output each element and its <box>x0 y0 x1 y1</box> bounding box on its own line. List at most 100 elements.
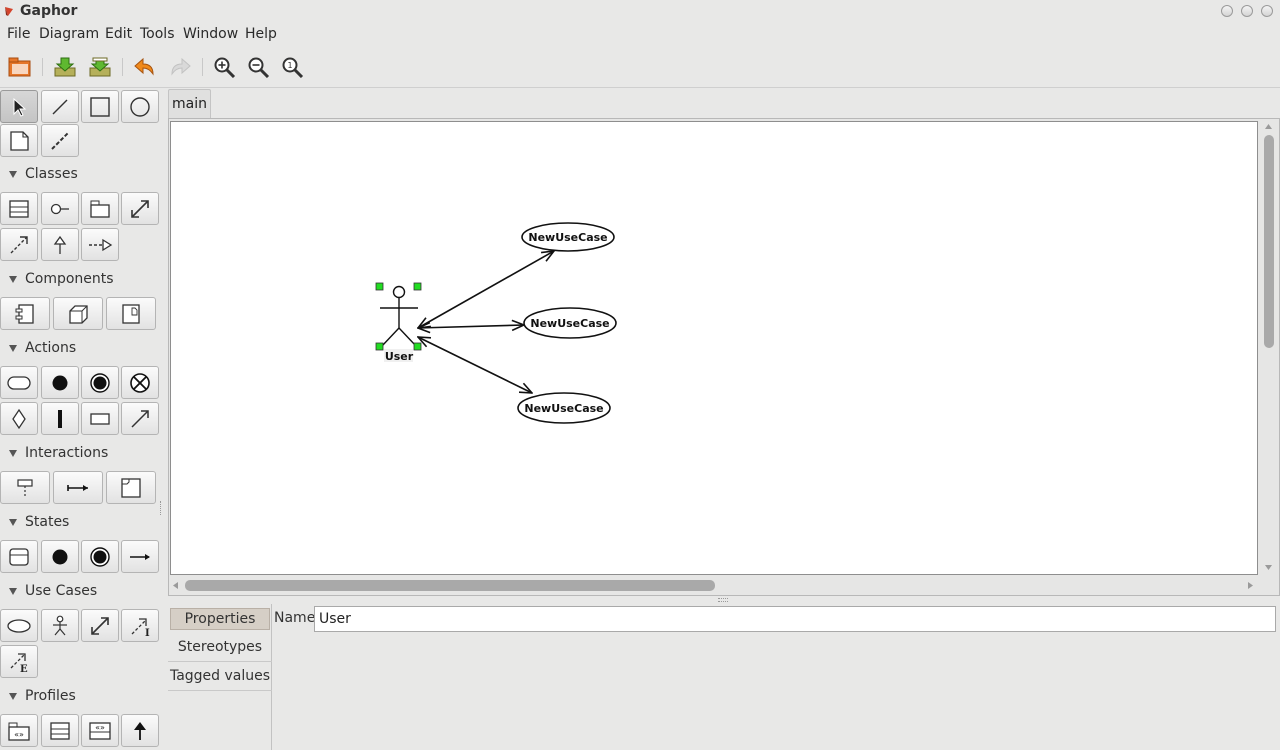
section-actions[interactable]: Actions <box>0 338 76 358</box>
maximize-button[interactable] <box>1241 5 1253 17</box>
ellipse-tool[interactable] <box>121 90 159 123</box>
state-tool[interactable] <box>0 540 38 573</box>
diagram-svg: NewUseCase NewUseCase NewUseCase User <box>375 222 617 424</box>
svg-text:I: I <box>145 628 150 637</box>
activity-final-tool[interactable] <box>81 366 119 399</box>
component-tool[interactable] <box>0 297 50 330</box>
section-interactions[interactable]: Interactions <box>0 443 108 463</box>
tab-properties[interactable]: Properties <box>170 608 270 630</box>
pointer-tool[interactable] <box>0 90 38 123</box>
transition-tool[interactable] <box>121 540 159 573</box>
zoom-out-icon[interactable] <box>244 52 274 82</box>
flow-final-tool[interactable] <box>121 366 159 399</box>
toolbar: 1 <box>0 48 1280 88</box>
menu-bar: File Diagram Edit Tools Window Help <box>0 24 1280 46</box>
name-label: Name <box>274 610 316 626</box>
initial-pseudostate-tool[interactable] <box>41 540 79 573</box>
section-classes[interactable]: Classes <box>0 164 78 184</box>
zoom-reset-icon[interactable]: 1 <box>278 52 308 82</box>
redo-icon <box>165 52 195 82</box>
use-case-label: NewUseCase <box>524 402 603 415</box>
use-case-tool[interactable] <box>0 609 38 642</box>
selection-handle[interactable] <box>413 342 422 351</box>
package-tool[interactable] <box>81 192 119 225</box>
menu-tools[interactable]: Tools <box>140 26 175 42</box>
association-line[interactable] <box>418 325 524 328</box>
interaction-tool[interactable] <box>106 471 156 504</box>
svg-text:E: E <box>20 664 28 673</box>
section-profiles[interactable]: Profiles <box>0 686 76 706</box>
menu-edit[interactable]: Edit <box>105 26 132 42</box>
association-line[interactable] <box>418 337 532 393</box>
class-tool[interactable] <box>0 192 38 225</box>
pane-resize-grip[interactable] <box>718 598 728 602</box>
node-tool[interactable] <box>53 297 103 330</box>
final-state-tool[interactable] <box>81 540 119 573</box>
use-case-node[interactable]: NewUseCase <box>523 307 617 339</box>
selection-handle[interactable] <box>375 342 384 351</box>
implementation-tool[interactable] <box>81 228 119 261</box>
metaclass-tool[interactable] <box>41 714 79 747</box>
actor-node[interactable]: User <box>375 282 422 363</box>
close-button[interactable] <box>1261 5 1273 17</box>
vertical-scroll-thumb[interactable] <box>1264 135 1274 348</box>
name-field[interactable] <box>314 606 1276 632</box>
actor-label: User <box>385 350 414 363</box>
action-tool[interactable] <box>0 366 38 399</box>
use-case-label: NewUseCase <box>528 231 607 244</box>
message-tool[interactable] <box>53 471 103 504</box>
tab-main[interactable]: main <box>168 89 211 118</box>
actor-tool[interactable] <box>41 609 79 642</box>
svg-text:«»: «» <box>95 723 105 732</box>
undo-icon[interactable] <box>130 52 160 82</box>
use-case-label: NewUseCase <box>530 317 609 330</box>
comment-tool[interactable] <box>0 124 38 157</box>
profile-tool[interactable]: «» <box>0 714 38 747</box>
svg-text:«»: «» <box>14 730 24 739</box>
open-icon[interactable] <box>5 52 35 82</box>
horizontal-scroll-thumb[interactable] <box>185 580 715 591</box>
decision-node-tool[interactable] <box>0 402 38 435</box>
tab-tagged-values[interactable]: Tagged values <box>168 662 272 691</box>
initial-node-tool[interactable] <box>41 366 79 399</box>
menu-file[interactable]: File <box>7 26 30 42</box>
palette-resize-grip[interactable] <box>160 501 163 515</box>
section-use-cases[interactable]: Use Cases <box>0 581 97 601</box>
svg-text:1: 1 <box>287 61 292 70</box>
artifact-tool[interactable] <box>106 297 156 330</box>
export-icon[interactable] <box>85 52 115 82</box>
box-tool[interactable] <box>81 90 119 123</box>
stereotype-tool[interactable]: «» <box>81 714 119 747</box>
dependency-tool[interactable] <box>0 228 38 261</box>
fork-node-tool[interactable] <box>41 402 79 435</box>
association-tool[interactable] <box>121 192 159 225</box>
selection-handle[interactable] <box>375 282 384 291</box>
menu-help[interactable]: Help <box>245 26 277 42</box>
generalization-tool[interactable] <box>41 228 79 261</box>
section-components[interactable]: Components <box>0 269 114 289</box>
selection-handle[interactable] <box>413 282 422 291</box>
object-node-tool[interactable] <box>81 402 119 435</box>
use-case-node[interactable]: NewUseCase <box>517 392 611 424</box>
extension-tool[interactable] <box>121 714 159 747</box>
menu-window[interactable]: Window <box>183 26 238 42</box>
use-case-node[interactable]: NewUseCase <box>521 222 615 252</box>
zoom-in-icon[interactable] <box>210 52 240 82</box>
diagram-canvas[interactable]: NewUseCase NewUseCase NewUseCase User <box>170 121 1258 575</box>
line-tool[interactable] <box>41 90 79 123</box>
include-tool[interactable]: I <box>121 609 159 642</box>
title-bar: Gaphor <box>0 0 1280 24</box>
interface-tool[interactable] <box>41 192 79 225</box>
lifeline-tool[interactable] <box>0 471 50 504</box>
control-flow-tool[interactable] <box>121 402 159 435</box>
gaphor-logo-icon <box>5 7 13 16</box>
menu-diagram[interactable]: Diagram <box>39 26 99 42</box>
minimize-button[interactable] <box>1221 5 1233 17</box>
window-title: Gaphor <box>20 3 78 19</box>
tab-stereotypes[interactable]: Stereotypes <box>168 633 272 662</box>
extend-tool[interactable]: E <box>0 645 38 678</box>
comment-line-tool[interactable] <box>41 124 79 157</box>
use-case-association-tool[interactable] <box>81 609 119 642</box>
import-icon[interactable] <box>50 52 80 82</box>
section-states[interactable]: States <box>0 512 69 532</box>
